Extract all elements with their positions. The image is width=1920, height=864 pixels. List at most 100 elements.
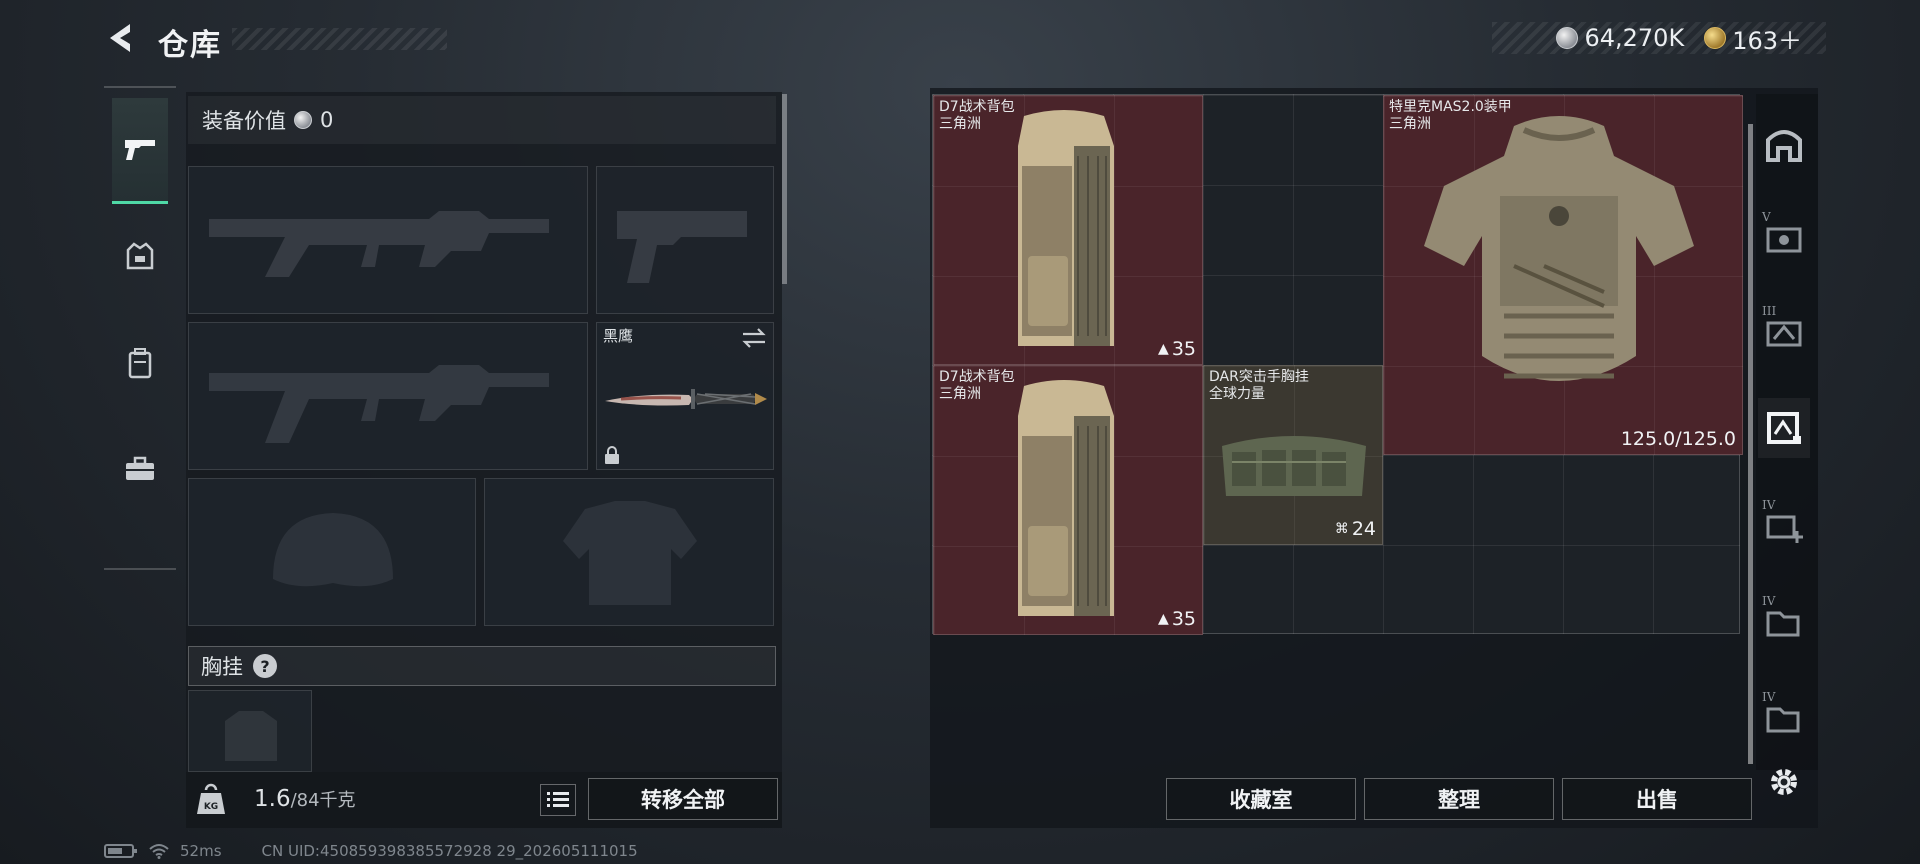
tier-label: IV xyxy=(1762,594,1776,608)
briefcase-icon xyxy=(126,456,154,480)
body-armor-slot[interactable] xyxy=(484,478,774,626)
tier-label: III xyxy=(1762,304,1777,318)
equipment-value: 0 xyxy=(320,108,334,132)
armor-durability: 125.0/125.0 xyxy=(1620,428,1736,450)
silver-coin-icon xyxy=(1556,27,1579,49)
backpack-icon: ▲ xyxy=(1158,611,1169,627)
secondary-weapon-slot[interactable] xyxy=(596,166,774,314)
status-bar: 52ms CN UID:450859398385572928 29_202605… xyxy=(104,842,638,860)
gold-coin-icon xyxy=(1704,27,1727,49)
item-name: DAR突击手胸挂 xyxy=(1209,369,1309,385)
chest-rig-label: 胸挂 xyxy=(201,655,243,679)
item-count-value: 24 xyxy=(1351,518,1376,540)
chest-rig-slot[interactable] xyxy=(188,690,312,772)
item-name-label: DAR突击手胸挂 全球力量 xyxy=(1209,369,1309,403)
weight-max: /84千克 xyxy=(290,790,356,811)
item-capacity: ⌘ 24 xyxy=(1335,518,1376,540)
stash-tab-tier-iv-folder[interactable]: IV xyxy=(1758,592,1810,652)
case-icon xyxy=(1766,227,1802,253)
nav-weapons-tab[interactable] xyxy=(112,98,168,204)
uid-text: CN UID:450859398385572928 29_20260511101… xyxy=(261,842,638,860)
backpack-icon xyxy=(128,348,152,379)
helmet-slot[interactable] xyxy=(188,478,476,626)
tertiary-weapon-slot[interactable] xyxy=(188,322,588,470)
melee-slot[interactable]: 黑鹰 xyxy=(596,322,774,470)
pistol-icon xyxy=(125,139,155,160)
weight-current: 1.6 xyxy=(254,786,291,812)
gold-currency-value[interactable]: 163＋ xyxy=(1732,21,1802,56)
item-brand: 全球力量 xyxy=(1209,386,1265,402)
stash-grid[interactable]: D7战术背包 三角洲 ▲ 35 D7战术背包 三角洲 ▲ 35 DAR突击手胸挂… xyxy=(932,94,1743,635)
stash-tab-tier-iii[interactable]: III xyxy=(1758,302,1810,362)
backpack-icon xyxy=(1018,110,1114,346)
swap-icon[interactable] xyxy=(741,327,767,349)
knife-icon xyxy=(605,389,767,409)
equipment-value-label: 装备价值 xyxy=(202,109,286,133)
stash-item-backpack[interactable]: D7战术背包 三角洲 ▲ 35 xyxy=(933,365,1203,635)
list-view-button[interactable] xyxy=(540,784,576,816)
armor-vest-icon xyxy=(126,242,154,270)
add-case-icon xyxy=(1766,515,1803,543)
lock-icon xyxy=(605,446,619,464)
title-decoration xyxy=(232,28,447,50)
battery-icon xyxy=(104,844,137,858)
stash-tab-tier-v[interactable]: V xyxy=(1758,208,1810,268)
tier-label: IV xyxy=(1762,690,1776,704)
nav-backpack-tab[interactable] xyxy=(112,310,168,416)
rifle-silhouette-icon xyxy=(209,211,549,277)
help-icon[interactable]: ? xyxy=(253,654,277,678)
weight-readout: 1.6/84千克 xyxy=(254,786,356,812)
collection-room-button[interactable]: 收藏室 xyxy=(1166,778,1356,820)
tier-label: IV xyxy=(1762,498,1776,512)
gear-icon xyxy=(1771,769,1797,795)
stash-item-backpack[interactable]: D7战术背包 三角洲 ▲ 35 xyxy=(933,95,1203,365)
back-arrow-icon xyxy=(110,24,130,52)
back-button[interactable] xyxy=(104,20,136,56)
nav-armor-tab[interactable] xyxy=(112,204,168,310)
silver-coin-icon xyxy=(294,111,312,129)
page-title: 仓库 xyxy=(158,28,222,63)
item-capacity: ▲ 35 xyxy=(1158,338,1196,360)
rig-icon: ⌘ xyxy=(1334,521,1349,537)
item-count-value: 35 xyxy=(1171,608,1196,630)
equipment-scrollbar[interactable] xyxy=(782,94,787,284)
stash-item-chest-rig[interactable]: DAR突击手胸挂 全球力量 ⌘ 24 xyxy=(1203,365,1383,545)
pistol-silhouette-icon xyxy=(617,211,747,283)
silver-currency-value: 64,270K xyxy=(1584,24,1685,52)
left-category-nav xyxy=(104,86,176,570)
chest-rig-section-header: 胸挂 ? xyxy=(188,646,776,686)
backpack-icon xyxy=(1018,380,1114,616)
equipment-value-row: 装备价值 0 xyxy=(188,96,776,144)
helmet-silhouette-icon xyxy=(273,513,393,587)
currency-bar: 64,270K 163＋ xyxy=(1492,21,1826,56)
armor-silhouette-icon xyxy=(563,501,697,605)
case-icon xyxy=(1766,321,1802,347)
svg-text:KG: KG xyxy=(204,802,218,812)
stash-scrollbar[interactable] xyxy=(1748,124,1753,764)
backpack-icon: ▲ xyxy=(1158,341,1169,357)
stash-tab-tier-iv-add[interactable]: IV xyxy=(1758,496,1810,556)
settings-button[interactable] xyxy=(1758,752,1810,812)
rifle-silhouette-icon xyxy=(209,365,549,443)
stash-tab-tier-iv-folder-2[interactable]: IV xyxy=(1758,688,1810,748)
wifi-icon xyxy=(149,844,169,859)
sell-button[interactable]: 出售 xyxy=(1562,778,1752,820)
body-armor-icon xyxy=(1424,116,1694,381)
folder-icon xyxy=(1766,707,1800,733)
nav-case-tab[interactable] xyxy=(112,416,168,522)
home-stash-icon xyxy=(1766,130,1802,162)
selected-case-icon xyxy=(1767,412,1801,444)
primary-weapon-slot[interactable] xyxy=(188,166,588,314)
stash-tab-active[interactable] xyxy=(1758,398,1810,458)
item-count-value: 35 xyxy=(1171,338,1196,360)
tier-label: V xyxy=(1762,210,1771,224)
chest-rig-silhouette-icon xyxy=(225,711,277,761)
weight-icon: KG xyxy=(197,783,225,814)
item-capacity: ▲ 35 xyxy=(1158,608,1196,630)
stash-item-body-armor[interactable]: 特里克MAS2.0装甲 三角洲 125.0/125.0 xyxy=(1383,95,1743,455)
folder-icon xyxy=(1766,611,1800,637)
stash-tab-home[interactable] xyxy=(1758,114,1810,174)
chest-rig-icon xyxy=(1222,436,1366,496)
organize-button[interactable]: 整理 xyxy=(1364,778,1554,820)
transfer-all-button[interactable]: 转移全部 xyxy=(588,778,778,820)
